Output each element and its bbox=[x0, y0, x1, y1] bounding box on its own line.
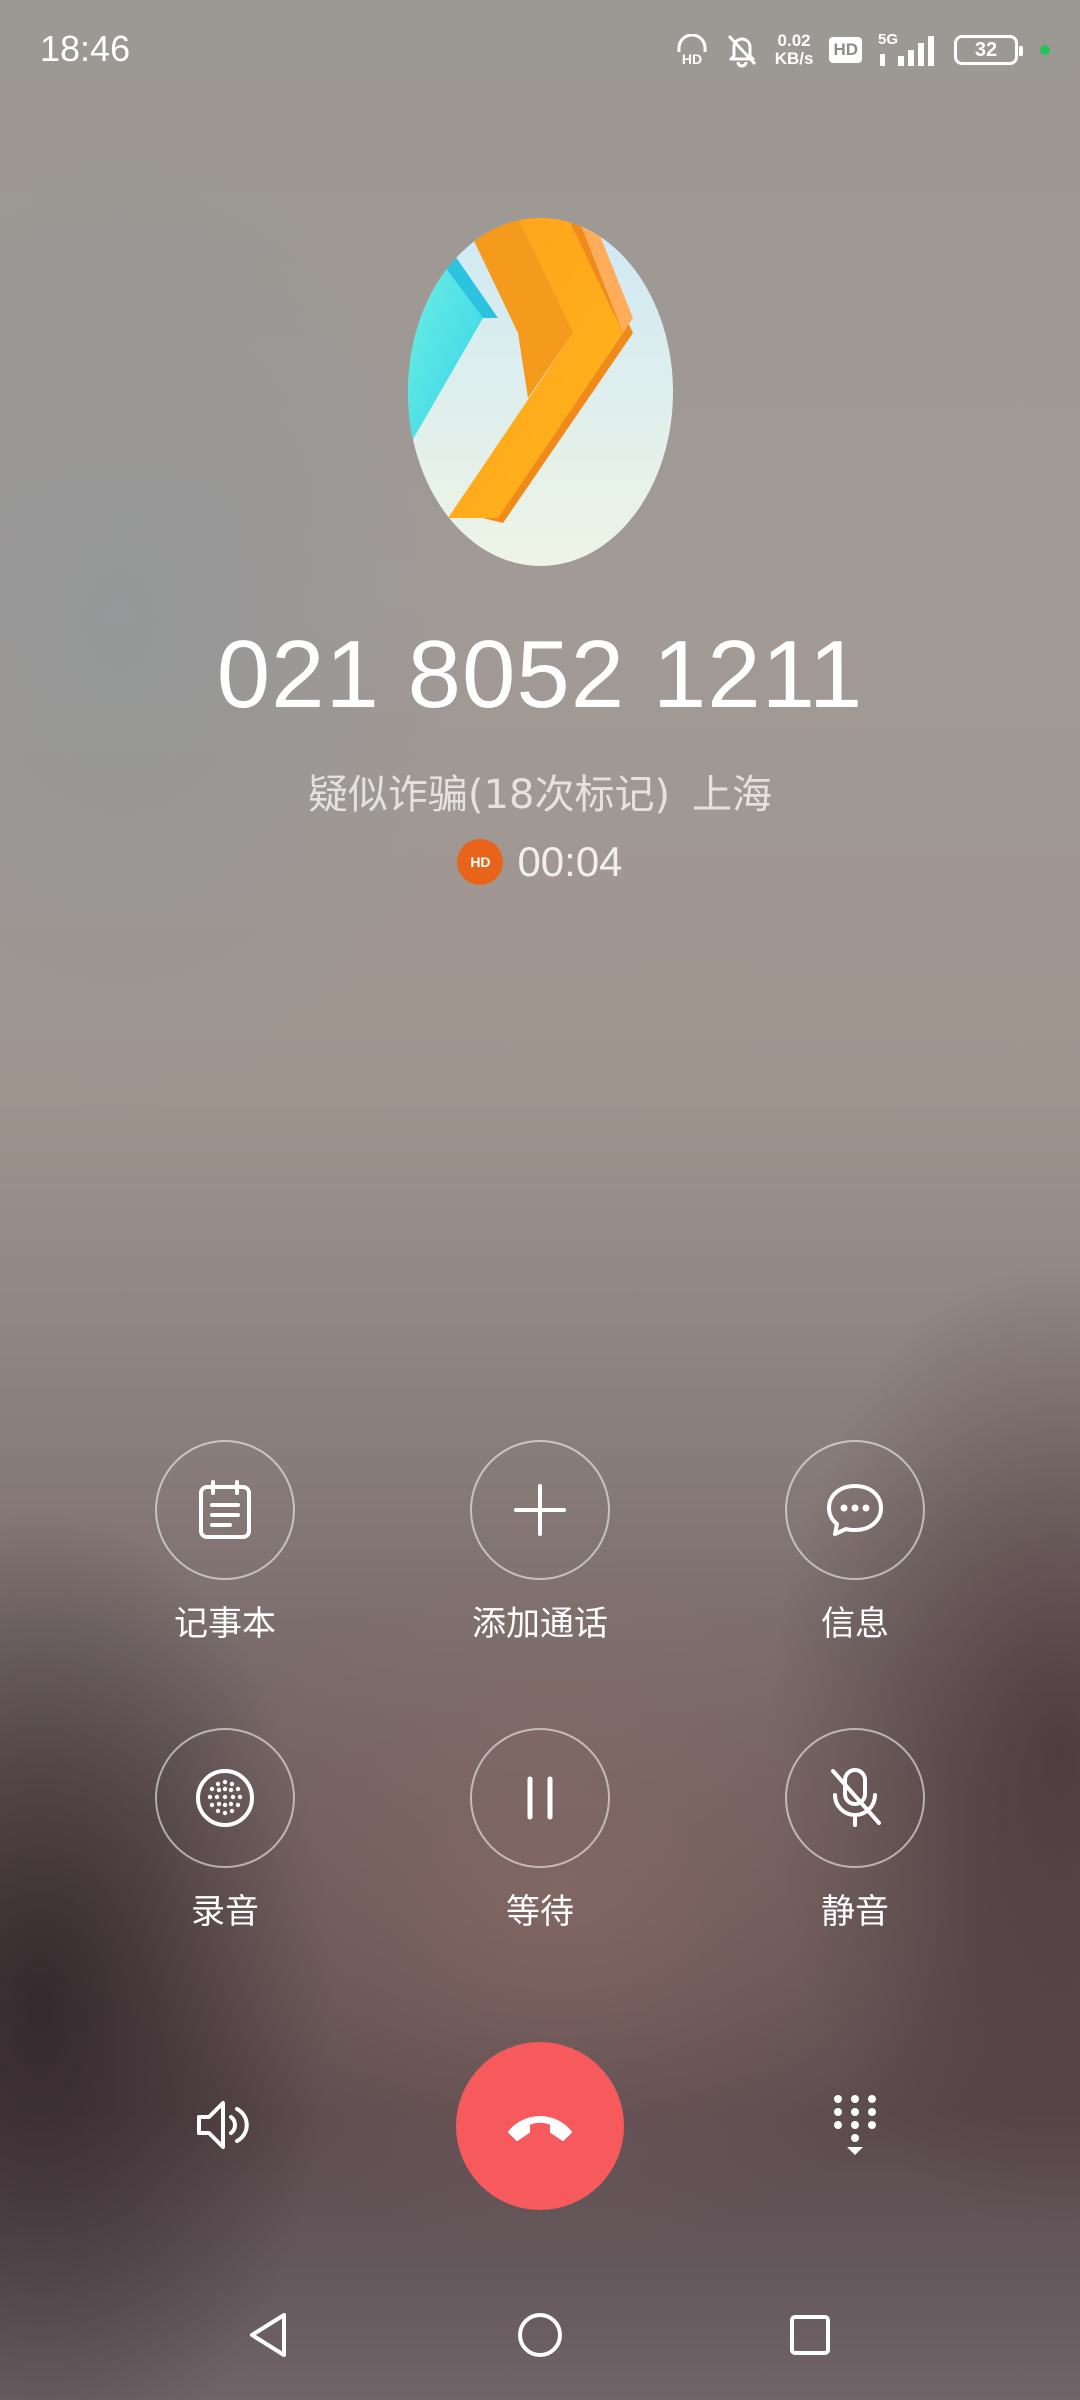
message-button[interactable]: 信息 bbox=[745, 1440, 965, 1645]
status-icons: HD 0.02 KB/s HD 5G 32 bbox=[675, 28, 1050, 72]
caller-tag: 疑似诈骗(18次标记) 上海 bbox=[0, 762, 1080, 820]
recents-square-icon bbox=[790, 2315, 830, 2355]
headset-hd-icon: HD bbox=[677, 34, 707, 66]
caller-avatar bbox=[408, 218, 673, 566]
add-call-label: 添加通话 bbox=[472, 1604, 608, 1644]
record-button[interactable]: 录音 bbox=[115, 1728, 335, 1933]
add-call-circle[interactable] bbox=[470, 1440, 610, 1580]
nav-back-button[interactable] bbox=[233, 2300, 303, 2370]
hold-circle[interactable] bbox=[470, 1728, 610, 1868]
charging-dot-icon bbox=[1040, 45, 1050, 55]
hd-call-icon: HD bbox=[457, 839, 504, 885]
fraud-tag: 疑似诈骗(18次标记) bbox=[307, 772, 671, 818]
hold-label: 等待 bbox=[506, 1892, 574, 1932]
end-call-button[interactable] bbox=[456, 2042, 624, 2210]
chat-bubble-icon bbox=[827, 1484, 883, 1536]
battery-icon: 32 bbox=[954, 35, 1023, 65]
home-circle-icon bbox=[518, 2313, 562, 2357]
hang-up-icon bbox=[508, 2116, 572, 2141]
caller-location: 上海 bbox=[692, 772, 773, 818]
net-speed: 0.02 KB/s bbox=[774, 31, 814, 68]
nav-home-button[interactable] bbox=[505, 2300, 575, 2370]
call-duration: 00:04 bbox=[517, 838, 623, 885]
record-circle[interactable] bbox=[155, 1728, 295, 1868]
pause-icon bbox=[527, 1776, 553, 1820]
message-label: 信息 bbox=[821, 1604, 889, 1644]
plus-icon bbox=[514, 1484, 566, 1536]
dialpad-icon bbox=[834, 2095, 876, 2155]
record-icon bbox=[196, 1769, 254, 1827]
add-call-button[interactable]: 添加通话 bbox=[430, 1440, 650, 1645]
nav-recents-button[interactable] bbox=[775, 2300, 845, 2370]
notepad-circle[interactable] bbox=[155, 1440, 295, 1580]
bell-off-icon bbox=[727, 34, 756, 68]
status-bar: 18:46 HD 0.02 KB/s HD 5G 32 bbox=[0, 0, 1080, 100]
call-status-row: HD 00:04 bbox=[0, 838, 1080, 886]
status-time: 18:46 bbox=[40, 28, 131, 69]
mute-button[interactable]: 静音 bbox=[745, 1728, 965, 1933]
hold-button[interactable]: 等待 bbox=[430, 1728, 650, 1933]
message-circle[interactable] bbox=[785, 1440, 925, 1580]
record-label: 录音 bbox=[191, 1892, 259, 1932]
notepad-icon bbox=[199, 1480, 251, 1539]
back-triangle-icon bbox=[250, 2313, 286, 2357]
dialpad-button[interactable] bbox=[810, 2080, 900, 2170]
signal-icon: 5G bbox=[878, 32, 934, 66]
notepad-label: 记事本 bbox=[174, 1604, 276, 1644]
hd-icon: HD bbox=[829, 37, 862, 63]
speaker-icon bbox=[197, 2101, 249, 2149]
speaker-button[interactable] bbox=[180, 2080, 270, 2170]
mute-label: 静音 bbox=[821, 1892, 889, 1932]
mic-off-icon bbox=[831, 1768, 881, 1827]
caller-number: 021 8052 1211 bbox=[216, 621, 864, 728]
svg-text:5G: 5G bbox=[878, 32, 898, 48]
notepad-button[interactable]: 记事本 bbox=[115, 1440, 335, 1645]
mute-circle[interactable] bbox=[785, 1728, 925, 1868]
svg-text:HD: HD bbox=[682, 51, 702, 66]
